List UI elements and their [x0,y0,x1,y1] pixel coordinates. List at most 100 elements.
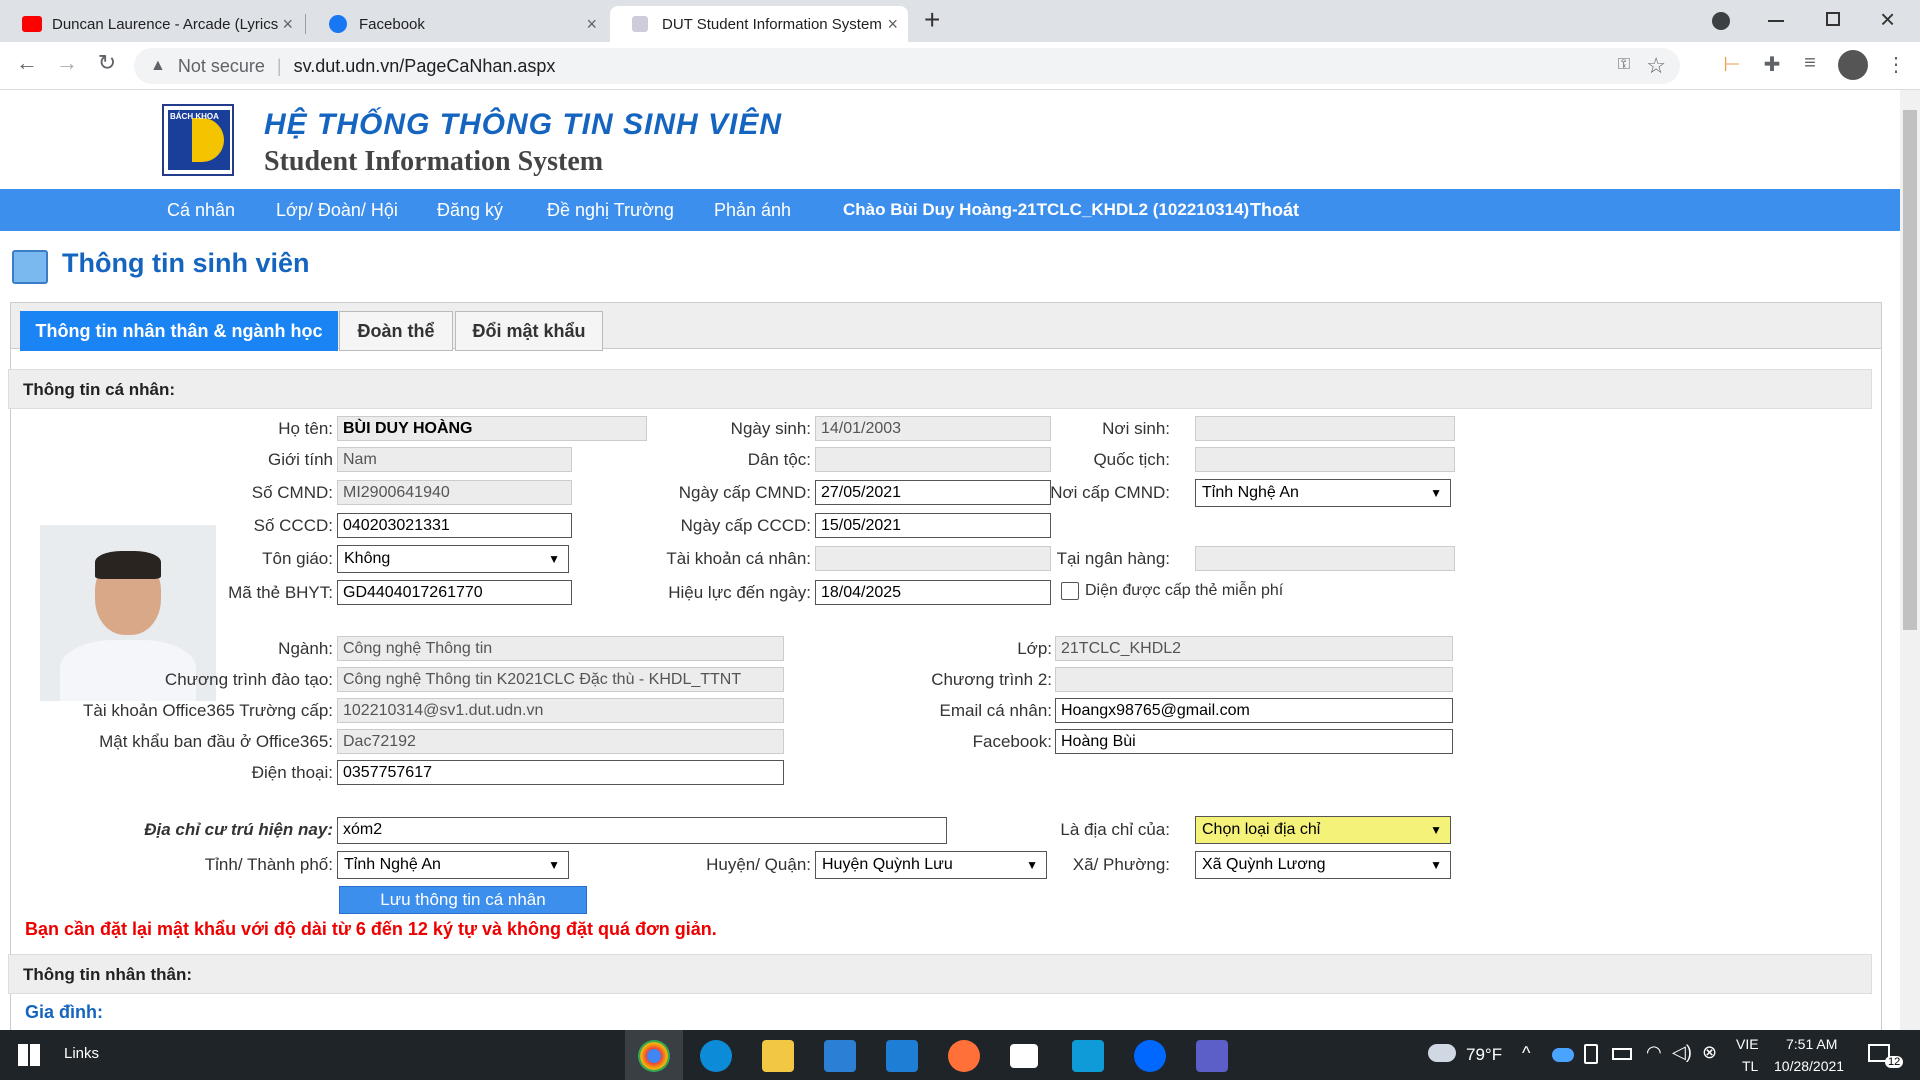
vscode-icon[interactable] [824,1040,856,1072]
language-bottom[interactable]: TL [1742,1058,1758,1074]
zalo-icon[interactable] [1134,1040,1166,1072]
main-menu: Cá nhân Lớp/ Đoàn/ Hội Đăng ký Đề nghị T… [0,189,1900,231]
checkbox-mien-phi[interactable] [1061,582,1079,600]
field-tai-khoan [815,546,1051,571]
dut-logo: BÁCH KHOA [162,104,234,176]
back-icon[interactable]: ← [12,50,42,76]
chevron-up-icon[interactable]: ^ [1522,1043,1530,1064]
field-gioi-tinh: Nam [337,447,572,472]
new-tab-button[interactable]: + [924,4,940,36]
edge-icon[interactable] [700,1040,732,1072]
input-facebook[interactable]: Hoàng Bùi [1055,729,1453,754]
menu-item-de-nghi[interactable]: Đề nghị Trường [547,200,674,221]
puzzle-icon[interactable]: ✚ [1758,52,1786,77]
select-noi-cap-cmnd[interactable]: Tỉnh Nghệ An ▼ [1195,479,1451,507]
label-ho-ten: Họ tên: [278,419,333,438]
reload-icon[interactable]: ↻ [92,50,122,76]
input-bhyt[interactable]: GD4404017261770 [337,580,572,605]
input-email[interactable]: Hoangx98765@gmail.com [1055,698,1453,723]
label-gioi-tinh: Giới tính [267,450,333,469]
battery-icon[interactable] [1612,1048,1632,1060]
calculator-icon[interactable] [1072,1040,1104,1072]
menu-item-ca-nhan[interactable]: Cá nhân [167,200,235,221]
close-icon[interactable]: × [282,14,293,35]
label-so-cmnd: Số CMND: [251,483,333,502]
onedrive-icon[interactable] [1552,1048,1574,1062]
mute-icon[interactable]: ⊗ [1702,1042,1717,1063]
input-ngay-cap-cmnd[interactable]: 27/05/2021 [815,480,1051,505]
omnibox[interactable]: ▲ Not secure | sv.dut.udn.vn/PageCaNhan.… [134,48,1680,84]
field-ngan-hang [1195,546,1455,571]
close-icon[interactable]: × [887,14,898,35]
input-so-cccd[interactable]: 040203021331 [337,513,572,538]
browser-tab-facebook[interactable]: Facebook × [307,6,607,42]
tab-search-icon[interactable] [1712,12,1730,30]
menu-item-phan-anh[interactable]: Phản ánh [714,200,791,221]
browser-tab-youtube[interactable]: Duncan Laurence - Arcade (Lyrics × [0,6,303,42]
menu-icon[interactable]: ⋮ [1882,52,1910,77]
wifi-icon[interactable]: ◠ [1646,1042,1662,1063]
tab-nhan-than[interactable]: Thông tin nhân thân & ngành học [20,311,338,351]
chevron-down-icon: ▼ [1026,858,1038,872]
input-dia-chi[interactable]: xóm2 [337,817,947,844]
select-value: Tỉnh Nghệ An [1202,484,1299,501]
input-hieu-luc[interactable]: 18/04/2025 [815,580,1051,605]
chrome-icon[interactable] [638,1040,670,1072]
clock-time[interactable]: 7:51 AM [1786,1036,1837,1052]
clock-date[interactable]: 10/28/2021 [1774,1058,1844,1074]
label-ton-giao: Tôn giáo: [262,549,333,568]
url-text: sv.dut.udn.vn/PageCaNhan.aspx [293,55,556,76]
extension-icon[interactable]: ⊢ [1718,52,1746,77]
input-dien-thoai[interactable]: 0357757617 [337,760,784,785]
menu-item-dang-ky[interactable]: Đăng ký [437,200,503,221]
language-top[interactable]: VIE [1736,1036,1759,1052]
links-toolbar[interactable]: Links [64,1045,99,1062]
mail-icon[interactable] [886,1040,918,1072]
windows-start-icon[interactable] [18,1044,40,1066]
logout-link[interactable]: Thoát [1250,200,1299,221]
select-huyen[interactable]: Huyện Quỳnh Lưu ▼ [815,851,1047,879]
label-facebook: Facebook: [972,732,1052,751]
key-icon[interactable]: ⚿ [1618,56,1630,74]
close-window-icon[interactable]: × [1880,4,1895,35]
tab-title: DUT Student Information System [662,15,882,33]
select-loai-dia-chi[interactable]: Chọn loại địa chỉ ▼ [1195,816,1451,844]
field-nganh: Công nghệ Thông tin [337,636,784,661]
browser-tab-dut[interactable]: DUT Student Information System × [610,6,908,42]
weather-temp[interactable]: 79°F [1466,1045,1502,1065]
tab-bar: Thông tin nhân thân & ngành học Đoàn thể… [11,303,1881,351]
firefox-icon[interactable] [948,1040,980,1072]
teams-icon[interactable] [1196,1040,1228,1072]
menu-item-lop[interactable]: Lớp/ Đoàn/ Hội [276,200,398,221]
field-ctdt: Công nghệ Thông tin K2021CLC Đặc thù - K… [337,667,784,692]
input-ngay-cap-cccd[interactable]: 15/05/2021 [815,513,1051,538]
scrollbar[interactable] [1900,90,1920,1030]
select-value: Tỉnh Nghệ An [344,856,441,873]
select-tinh[interactable]: Tỉnh Nghệ An ▼ [337,851,569,879]
label-hieu-luc: Hiệu lực đến ngày: [668,583,811,602]
device-icon[interactable] [1584,1044,1598,1064]
forward-icon[interactable]: → [52,50,82,76]
label-ct2: Chương trình 2: [931,670,1052,689]
select-xa[interactable]: Xã Quỳnh Lương ▼ [1195,851,1451,879]
close-icon[interactable]: × [586,14,597,35]
address-bar-row: ← → ↻ ▲ Not secure | sv.dut.udn.vn/PageC… [0,42,1920,90]
tab-doi-mat-khau[interactable]: Đổi mật khẩu [455,311,603,351]
restore-icon[interactable] [1826,12,1840,26]
browser-tab-strip: Duncan Laurence - Arcade (Lyrics × Faceb… [0,0,1920,42]
label-ngay-cap-cmnd: Ngày cấp CMND: [678,483,811,502]
file-explorer-icon[interactable] [762,1040,794,1072]
avatar[interactable] [1838,50,1868,80]
save-personal-button[interactable]: Lưu thông tin cá nhân [339,886,587,914]
minimize-icon[interactable] [1768,20,1784,22]
media-icon[interactable]: ≡ [1796,52,1824,75]
field-ho-ten: BÙI DUY HOÀNG [337,416,647,441]
star-icon[interactable]: ☆ [1646,53,1666,79]
dropbox-icon[interactable] [1010,1044,1038,1068]
select-ton-giao[interactable]: Không ▼ [337,545,569,573]
volume-icon[interactable]: ◁) [1672,1042,1692,1063]
scrollbar-thumb[interactable] [1903,110,1917,630]
tab-doan-the[interactable]: Đoàn thể [339,311,453,351]
label-quoc-tich: Quốc tịch: [1093,450,1170,469]
password-warning: Bạn cần đặt lại mật khẩu với độ dài từ 6… [25,919,717,939]
